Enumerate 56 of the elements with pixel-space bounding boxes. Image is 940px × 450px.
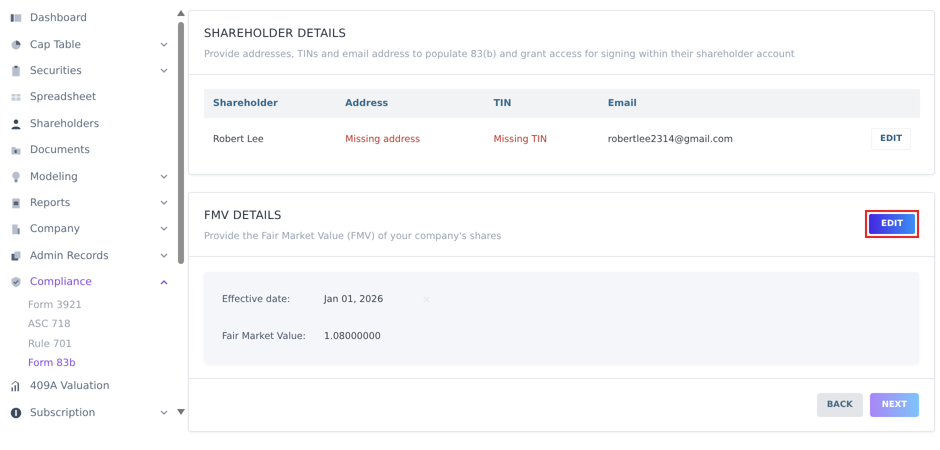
clipboard-icon	[10, 64, 22, 77]
chevron-down-icon[interactable]	[160, 42, 168, 48]
sidebar-item[interactable]: Documents	[30, 144, 176, 156]
table-cell: Missing address	[336, 118, 485, 160]
sidebar-item[interactable]: Admin Records	[30, 250, 152, 262]
scroll-up-icon[interactable]	[177, 10, 185, 16]
coin-icon	[10, 406, 22, 419]
report-icon	[10, 196, 22, 209]
edit-button[interactable]: EDIT	[865, 210, 919, 238]
field-label: Fair Market Value:	[222, 331, 307, 342]
sidebar-subitem[interactable]: Form 83b	[28, 358, 76, 370]
dashboard-icon	[10, 12, 22, 24]
sidebar-item[interactable]: 409A Valuation	[30, 380, 176, 392]
sidebar-item[interactable]: Dashboard	[30, 12, 176, 24]
chevron-down-icon[interactable]	[160, 252, 168, 259]
section-description: Provide the Fair Market Value (FMV) of your company's shares	[204, 231, 502, 242]
chevron-down-icon[interactable]	[160, 200, 168, 206]
chevron-down-icon[interactable]	[160, 410, 168, 416]
column-header: Shareholder	[204, 89, 336, 118]
section-description: Provide addresses, TINs and email address to populate 83(b) and grant access for signing within their shareholder account	[204, 49, 796, 60]
back-button[interactable]: BACK	[816, 393, 863, 417]
chevron-down-icon[interactable]	[160, 174, 168, 180]
column-header: TIN	[484, 89, 599, 118]
folder-icon	[10, 144, 22, 156]
chevron-up-icon[interactable]	[160, 279, 168, 286]
documents-icon	[10, 250, 22, 262]
sidebar-item[interactable]: Company	[30, 223, 152, 236]
chevron-down-icon[interactable]	[160, 226, 168, 232]
bar-chart-icon	[10, 380, 22, 392]
column-header: Email	[598, 89, 828, 118]
field-label: Effective date:	[222, 294, 292, 305]
pie-chart-icon	[10, 38, 22, 51]
sidebar-item[interactable]: Compliance	[30, 276, 152, 288]
sidebar-item[interactable]: Cap Table	[30, 38, 152, 51]
scroll-down-icon[interactable]	[177, 409, 185, 415]
section-title: FMV DETAILS	[204, 208, 282, 222]
sidebar-item[interactable]: Shareholders	[30, 118, 176, 130]
field-value: Jan 01, 2026	[324, 294, 384, 305]
chevron-down-icon[interactable]	[160, 68, 168, 74]
sidebar-item[interactable]: Subscription	[30, 406, 152, 419]
person-icon	[10, 118, 22, 130]
sidebar-item[interactable]: Securities	[30, 64, 152, 77]
table-cell: Robert Lee	[204, 118, 336, 160]
edit-button[interactable]: EDIT	[871, 128, 911, 150]
sidebar-item[interactable]: Reports	[30, 196, 152, 209]
sidebar-item[interactable]: Modeling	[30, 170, 152, 183]
bulb-icon	[10, 170, 22, 183]
table-cell: Missing TIN	[484, 118, 599, 160]
scrollbar-thumb[interactable]	[178, 22, 184, 264]
section-title: SHAREHOLDER DETAILS	[204, 26, 347, 40]
field-value: 1.08000000	[324, 331, 381, 342]
column-header: Address	[336, 89, 485, 118]
table-cell: robertlee2314@gmail.com	[598, 118, 828, 160]
sidebar-item[interactable]: Spreadsheet	[30, 91, 176, 104]
grid-icon	[10, 91, 22, 104]
shield-icon	[10, 276, 22, 288]
